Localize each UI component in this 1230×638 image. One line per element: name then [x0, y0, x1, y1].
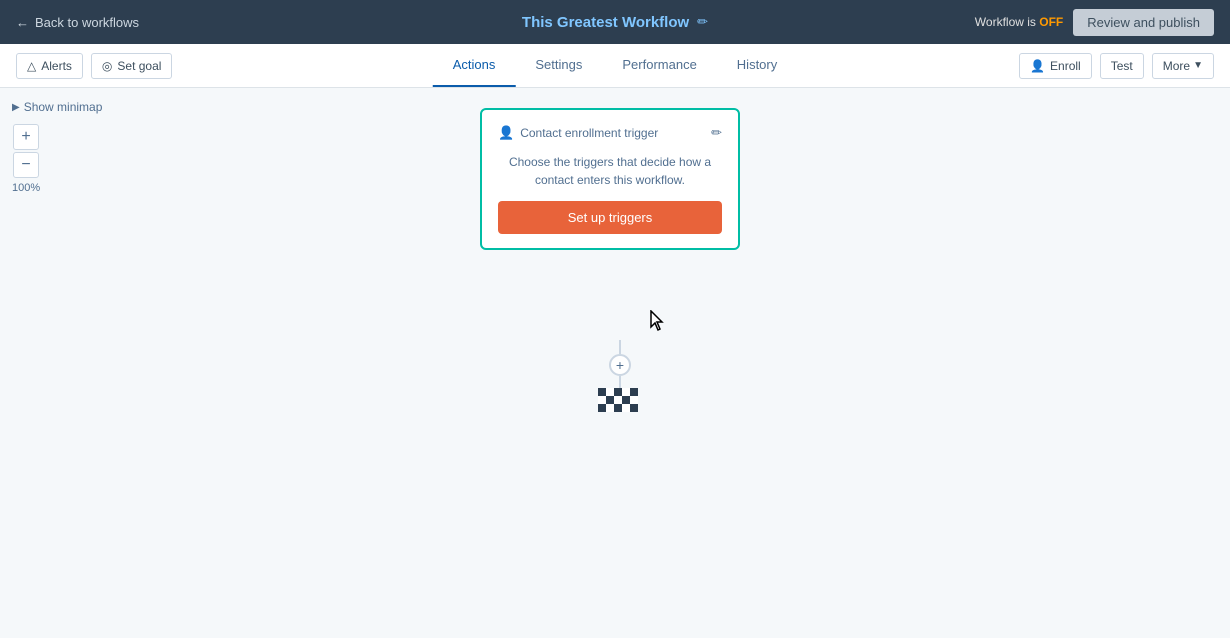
workflow-canvas: ▶ Show minimap + − 100% 👤 Contact enroll…: [0, 88, 1230, 638]
minimap-chevron-icon: ▶: [12, 102, 20, 113]
check-cell: [606, 396, 614, 404]
back-to-workflows-button[interactable]: ← Back to workflows: [16, 15, 139, 30]
alert-icon: △: [27, 59, 36, 73]
back-arrow-icon: ←: [16, 15, 29, 30]
set-up-triggers-button[interactable]: Set up triggers: [498, 201, 722, 234]
check-cell: [598, 388, 606, 396]
check-cell: [598, 404, 606, 412]
tab-performance[interactable]: Performance: [602, 44, 716, 87]
set-goal-button[interactable]: ◎ Set goal: [91, 53, 173, 79]
more-button[interactable]: More ▼: [1152, 53, 1214, 79]
tab-history[interactable]: History: [717, 44, 797, 87]
card-title: Contact enrollment trigger: [520, 126, 658, 140]
check-cell: [606, 404, 614, 412]
back-label: Back to workflows: [35, 15, 139, 30]
check-cell: [630, 404, 638, 412]
test-button[interactable]: Test: [1100, 53, 1144, 79]
card-header-right[interactable]: ✏: [711, 124, 722, 141]
check-cell: [598, 396, 606, 404]
review-and-publish-button[interactable]: Review and publish: [1073, 9, 1214, 36]
workflow-title: This Greatest Workflow: [522, 14, 689, 31]
enroll-button[interactable]: 👤 Enroll: [1019, 53, 1092, 79]
check-cell: [614, 404, 622, 412]
check-cell: [630, 396, 638, 404]
zoom-controls: + − 100%: [12, 124, 40, 194]
check-cell: [622, 388, 630, 396]
card-body-text: Choose the triggers that decide how a co…: [498, 153, 722, 189]
action-bar-right: 👤 Enroll Test More ▼: [1019, 53, 1214, 79]
check-cell: [614, 388, 622, 396]
goal-icon: ◎: [102, 59, 112, 73]
zoom-out-button[interactable]: −: [13, 152, 39, 178]
enroll-icon: 👤: [1030, 59, 1045, 73]
tab-settings[interactable]: Settings: [515, 44, 602, 87]
edit-title-icon[interactable]: ✏: [697, 14, 708, 30]
alerts-button[interactable]: △ Alerts: [16, 53, 83, 79]
end-flag: [598, 388, 638, 412]
connector: +: [609, 340, 631, 390]
minimap-toggle[interactable]: ▶ Show minimap: [12, 100, 102, 114]
mouse-cursor: [650, 310, 666, 332]
action-bar: △ Alerts ◎ Set goal Actions Settings Per…: [0, 44, 1230, 88]
trigger-card: 👤 Contact enrollment trigger ✏ Choose th…: [480, 108, 740, 250]
action-bar-left: △ Alerts ◎ Set goal: [16, 53, 172, 79]
add-action-button[interactable]: +: [609, 354, 631, 376]
minimap-label: Show minimap: [24, 100, 103, 114]
check-cell: [622, 404, 630, 412]
workflow-title-area: This Greatest Workflow ✏: [522, 14, 708, 31]
card-header: 👤 Contact enrollment trigger ✏: [498, 124, 722, 141]
check-cell: [614, 396, 622, 404]
check-cell: [606, 388, 614, 396]
card-header-left: 👤 Contact enrollment trigger: [498, 125, 658, 141]
check-cell: [630, 388, 638, 396]
edit-card-icon[interactable]: ✏: [711, 125, 722, 140]
workflow-status: Workflow is OFF: [975, 15, 1063, 29]
card-body: Choose the triggers that decide how a co…: [498, 153, 722, 189]
tab-actions[interactable]: Actions: [433, 44, 516, 87]
top-bar-right: Workflow is OFF Review and publish: [975, 9, 1214, 36]
more-dropdown-arrow-icon: ▼: [1193, 60, 1203, 71]
zoom-in-button[interactable]: +: [13, 124, 39, 150]
zoom-level-label: 100%: [12, 182, 40, 194]
check-cell: [622, 396, 630, 404]
connector-line-top: [619, 340, 621, 354]
contact-icon: 👤: [498, 125, 514, 141]
top-bar: ← Back to workflows This Greatest Workfl…: [0, 0, 1230, 44]
checkered-pattern: [598, 388, 638, 412]
tabs: Actions Settings Performance History: [433, 44, 798, 87]
